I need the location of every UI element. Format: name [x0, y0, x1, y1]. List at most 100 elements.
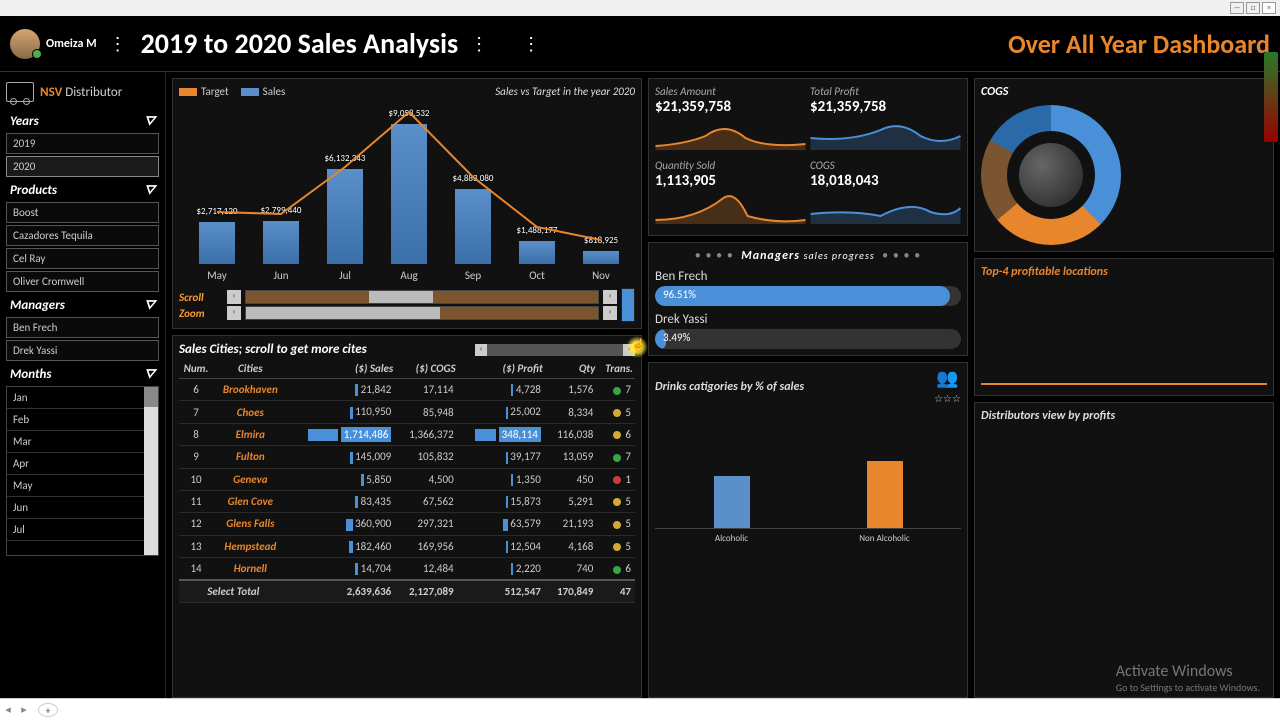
- legend-swatch-target: [179, 88, 197, 96]
- table-row[interactable]: 8Elmira 1,714,4861,366,372 348,114116,03…: [179, 423, 635, 445]
- top4-title: COGS: [981, 85, 1267, 99]
- kpi-card: Sales Amount$21,359,758: [655, 85, 806, 155]
- window-minimize[interactable]: —: [1230, 2, 1244, 14]
- filter-icon[interactable]: ⛛: [144, 367, 155, 382]
- sidebar: NSV Distributor Years ⛛ 20192020 Products…: [0, 72, 166, 704]
- slicer-item[interactable]: Cel Ray: [6, 248, 159, 269]
- table-row[interactable]: 6Brookhaven 21,84217,114 4,7281,5767: [179, 379, 635, 401]
- branches-chart-panel: Distributors view by profits: [974, 402, 1274, 698]
- zoom-out-button[interactable]: ‹: [227, 306, 241, 320]
- chart-title: Sales vs Target in the year 2020: [495, 85, 635, 98]
- slicer-item[interactable]: Oliver Cromwell: [6, 271, 159, 292]
- branches-title: Distributors view by profits: [981, 409, 1267, 423]
- scroll-right-button[interactable]: ›: [603, 290, 617, 304]
- window-close[interactable]: ×: [1262, 2, 1276, 14]
- table-row[interactable]: 11Glen Cove 83,43567,562 15,8735,2915: [179, 490, 635, 512]
- managers-progress-title: • • • • Managers sales progress • • • •: [655, 249, 961, 263]
- brand-suffix: Distributor: [62, 85, 122, 100]
- legend-label: Target: [201, 85, 229, 98]
- zoom-label: Zoom: [179, 307, 223, 320]
- table-header: ($) Profit: [458, 359, 545, 379]
- zoom-track[interactable]: [245, 306, 599, 320]
- manager-progress-row: Drek Yassi3.49%: [655, 312, 961, 349]
- tab-nav-first[interactable]: ◂: [0, 703, 16, 716]
- cities-table-panel: Sales Cities; scroll to get more cites ‹…: [172, 335, 642, 698]
- month-item[interactable]: Feb: [7, 409, 158, 431]
- tab-nav-prev[interactable]: ▸: [16, 703, 32, 716]
- table-header: Trans.: [597, 359, 635, 379]
- distributor-label: Alcoholic: [702, 533, 762, 544]
- slicer-item[interactable]: Ben Frech: [6, 317, 159, 338]
- slicer-item[interactable]: Cazadores Tequila: [6, 225, 159, 246]
- slicer-products-label: Products: [10, 183, 57, 198]
- divider-dots: ⋮: [109, 33, 129, 55]
- months-listbox[interactable]: JanFebMarAprMayJunJul: [6, 386, 159, 556]
- month-item[interactable]: May: [7, 475, 158, 497]
- target-line: [179, 102, 635, 282]
- recording-badge: [1264, 52, 1278, 142]
- activate-windows-watermark: Activate Windows Go to Settings to activ…: [1116, 662, 1260, 694]
- month-item[interactable]: Jun: [7, 497, 158, 519]
- drinks-category-panel: Top-4 profitable locations: [974, 258, 1274, 396]
- drinks-title: Top-4 profitable locations: [981, 265, 1108, 279]
- table-header: ($) Sales: [288, 359, 396, 379]
- sheet-tabs: ◂ ▸ +: [0, 698, 1280, 720]
- table-header: Qty: [545, 359, 597, 379]
- brand-prefix: NSV: [40, 85, 62, 100]
- kpi-card: Quantity Sold1,113,905: [655, 159, 806, 229]
- table-title: Sales Cities; scroll to get more cites: [179, 342, 367, 357]
- filter-icon[interactable]: ⛛: [144, 114, 155, 129]
- month-item[interactable]: Mar: [7, 431, 158, 453]
- cities-table: Num.Cities($) Sales($) COGS($) ProfitQty…: [179, 359, 635, 603]
- sales-vs-target-chart: Target Sales Sales vs Target in the year…: [172, 78, 642, 329]
- slicer-item[interactable]: Boost: [6, 202, 159, 223]
- slicer-item[interactable]: 2020: [6, 156, 159, 177]
- month-item[interactable]: Jan: [7, 387, 158, 409]
- slicer-item[interactable]: Drek Yassi: [6, 340, 159, 361]
- kpi-card: COGS18,018,043: [810, 159, 961, 229]
- people-icon: 👥☆☆☆: [934, 369, 961, 405]
- table-row[interactable]: 12Glens Falls 360,900297,321 63,57921,19…: [179, 513, 635, 535]
- table-row[interactable]: 9Fulton 145,009105,832 39,17713,0597: [179, 446, 635, 468]
- slicer-managers-label: Managers: [10, 298, 65, 313]
- manager-progress-row: Ben Frech96.51%: [655, 269, 961, 306]
- cities-scrollbar[interactable]: ‹›: [475, 344, 635, 356]
- distributor-bar: [867, 461, 903, 528]
- table-row[interactable]: 13Hempstead 182,460169,956 12,5044,1685: [179, 535, 635, 557]
- table-row[interactable]: 10Geneva 5,8504,500 1,3504501: [179, 468, 635, 490]
- distributor-bar: [714, 476, 750, 528]
- window-titlebar: — □ ×: [0, 0, 1280, 16]
- table-row[interactable]: 7Choes 110,95085,948 25,0028,3345: [179, 401, 635, 423]
- scroll-left-button[interactable]: ‹: [227, 290, 241, 304]
- scrollbar[interactable]: [144, 387, 158, 555]
- top4-locations-panel: COGS: [974, 78, 1274, 252]
- filter-icon[interactable]: ⛛: [144, 298, 155, 313]
- page-subtitle: Over All Year Dashboard: [1008, 28, 1270, 60]
- donut-chart: [981, 105, 1121, 245]
- table-total-row: Select Total2,639,6362,127,089512,547170…: [179, 580, 635, 603]
- truck-icon: [6, 82, 34, 102]
- legend-label: Sales: [263, 85, 286, 98]
- table-header: Cities: [213, 359, 287, 379]
- slicer-item[interactable]: 2019: [6, 133, 159, 154]
- filter-icon[interactable]: ⛛: [144, 183, 155, 198]
- zoom-in-button[interactable]: ›: [603, 306, 617, 320]
- table-header: Num.: [179, 359, 213, 379]
- kpi-panel: Sales Amount$21,359,758Total Profit$21,3…: [648, 78, 968, 236]
- divider-dots: ⋮: [522, 33, 542, 55]
- month-item[interactable]: Apr: [7, 453, 158, 475]
- scroll-track[interactable]: [245, 290, 599, 304]
- user-avatar[interactable]: [10, 29, 40, 59]
- slicer-years-label: Years: [10, 114, 39, 129]
- month-item[interactable]: Jul: [7, 519, 158, 541]
- table-header: ($) COGS: [395, 359, 457, 379]
- add-sheet-button[interactable]: +: [38, 703, 58, 717]
- zoom-side-button[interactable]: [621, 288, 635, 322]
- globe-icon: [1019, 143, 1083, 207]
- table-row[interactable]: 14Hornell 14,70412,484 2,2207406: [179, 558, 635, 581]
- window-maximize[interactable]: □: [1246, 2, 1260, 14]
- slicer-months-label: Months: [10, 367, 51, 382]
- dashboard-header: Omeiza M ⋮ 2019 to 2020 Sales Analysis ⋮…: [0, 16, 1280, 72]
- user-name: Omeiza M: [46, 37, 97, 51]
- distributor-label: Non Alcoholic: [855, 533, 915, 544]
